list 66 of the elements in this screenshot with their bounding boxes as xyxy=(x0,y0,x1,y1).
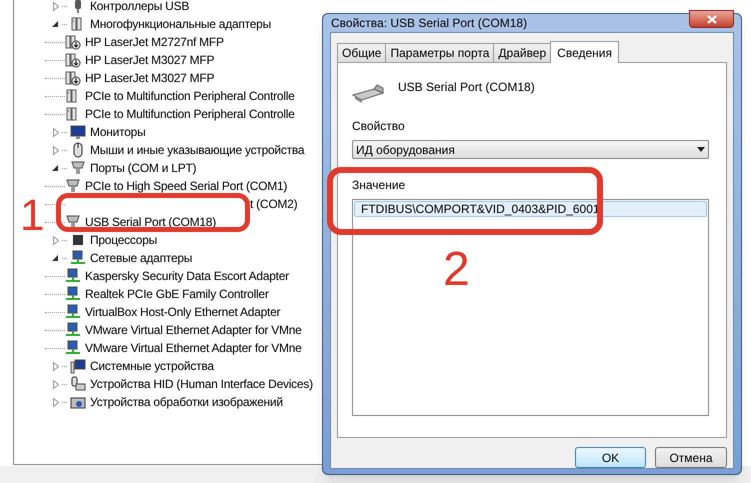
annotation-number: 1 xyxy=(20,194,44,238)
tree-item[interactable]: HP LaserJet M3027 MFP xyxy=(85,51,214,69)
tree-item[interactable]: HP LaserJet M2727nf MFP xyxy=(85,33,224,51)
tree-item[interactable]: Realtek PCIe GbE Family Controller xyxy=(85,285,269,303)
tree-item[interactable]: Устройства обработки изображений xyxy=(90,393,283,411)
dialog-button[interactable]: OK xyxy=(575,447,646,468)
value-label: Значение xyxy=(352,177,406,194)
keyboard-icon xyxy=(70,376,86,392)
collapse-arrow-icon[interactable] xyxy=(52,254,59,262)
tree-item[interactable]: Системные устройства xyxy=(90,357,214,375)
expand-arrow-icon[interactable] xyxy=(53,380,59,388)
serial-port-icon xyxy=(70,160,86,176)
expand-arrow-icon[interactable] xyxy=(53,2,59,10)
printer-device-icon xyxy=(65,70,81,86)
tree-item[interactable]: t (COM2) xyxy=(250,195,298,213)
monitor-icon xyxy=(70,124,86,140)
network-icon xyxy=(65,340,81,356)
device-name: USB Serial Port (COM18) xyxy=(398,79,535,96)
printer-device-icon xyxy=(65,34,81,50)
tree-item[interactable]: VMware Virtual Ethernet Adapter for VMne xyxy=(85,339,302,357)
collapse-arrow-icon[interactable] xyxy=(52,164,59,172)
property-dropdown[interactable]: ИД оборудования xyxy=(352,140,709,159)
chip-icon xyxy=(70,232,86,248)
tab[interactable]: Общие xyxy=(337,43,386,62)
network-icon xyxy=(70,250,86,266)
printer-device-icon xyxy=(65,52,81,68)
tab[interactable]: Драйвер xyxy=(493,43,552,62)
network-icon xyxy=(65,322,81,338)
property-label: Свойство xyxy=(352,118,406,135)
network-icon xyxy=(65,286,81,302)
tree-item[interactable]: Устройства HID (Human Interface Devices) xyxy=(90,375,313,393)
tree-item[interactable]: Kaspersky Security Data Escort Adapter xyxy=(85,267,289,285)
expand-arrow-icon[interactable] xyxy=(53,362,59,370)
close-button[interactable] xyxy=(689,10,734,28)
expand-arrow-icon[interactable] xyxy=(53,398,59,406)
network-icon xyxy=(65,268,81,284)
tab[interactable]: Сведения xyxy=(550,41,619,63)
network-icon xyxy=(65,304,81,320)
expand-arrow-icon[interactable] xyxy=(53,146,59,154)
tree-item[interactable]: Процессоры xyxy=(90,231,157,249)
expand-arrow-icon[interactable] xyxy=(53,236,59,244)
tree-item[interactable]: Многофункциональные адаптеры xyxy=(90,15,271,33)
tree-item[interactable]: PCIe to High Speed Serial Port (COM1) xyxy=(85,177,288,195)
tree-item[interactable]: Мыши и иные указывающие устройства xyxy=(90,141,304,159)
window-title: Свойства: USB Serial Port (COM18) xyxy=(330,15,528,32)
computer-icon xyxy=(70,358,86,374)
tree-item[interactable]: HP LaserJet M3027 MFP xyxy=(85,69,214,87)
tree-item[interactable]: Порты (COM и LPT) xyxy=(90,159,196,177)
tree-item[interactable]: Мониторы xyxy=(90,123,146,141)
tree-item[interactable]: USB Serial Port (COM18) xyxy=(85,213,216,231)
tree-item[interactable]: Сетевые адаптеры xyxy=(90,249,192,267)
tree-item[interactable]: PCIe to Multifunction Peripheral Controlle xyxy=(85,87,295,105)
expand-arrow-icon[interactable] xyxy=(53,128,59,136)
dialog-button[interactable]: Отмена xyxy=(655,447,727,468)
tree-item[interactable]: VMware Virtual Ethernet Adapter for VMne xyxy=(85,321,302,339)
value-item[interactable]: FTDIBUS\COMPORT&VID_0403&PID_6001 xyxy=(354,201,707,217)
close-icon xyxy=(706,14,716,24)
tree-item[interactable]: VirtualBox Host-Only Ethernet Adapter xyxy=(85,303,280,321)
serial-port-icon xyxy=(65,214,81,230)
tree-item[interactable]: PCIe to Multifunction Peripheral Controlle xyxy=(85,105,295,123)
tab[interactable]: Параметры порта xyxy=(385,43,494,62)
collapse-arrow-icon[interactable] xyxy=(52,20,59,28)
dropdown-arrow-icon xyxy=(697,147,705,152)
serial-port-icon xyxy=(65,178,81,194)
tree-item[interactable]: Контроллеры USB xyxy=(90,0,190,15)
annotation-number: 2 xyxy=(443,246,470,294)
